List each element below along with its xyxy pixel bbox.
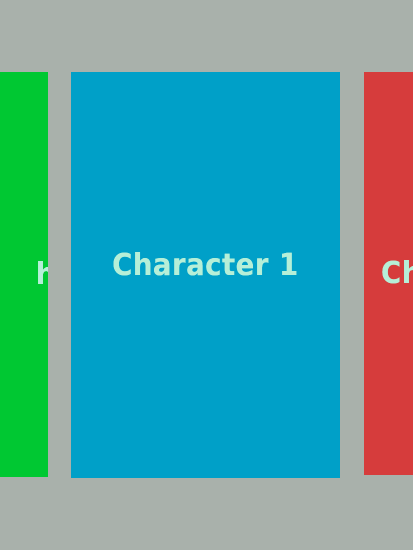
character-card-next[interactable]: Ch [364, 72, 413, 475]
character-card-current[interactable]: Character 1 [71, 72, 340, 478]
character-card-previous-label: h [36, 257, 48, 292]
character-card-current-label: Character 1 [112, 247, 299, 283]
character-card-previous[interactable]: h [0, 72, 48, 477]
character-card-next-label: Ch [381, 256, 413, 291]
